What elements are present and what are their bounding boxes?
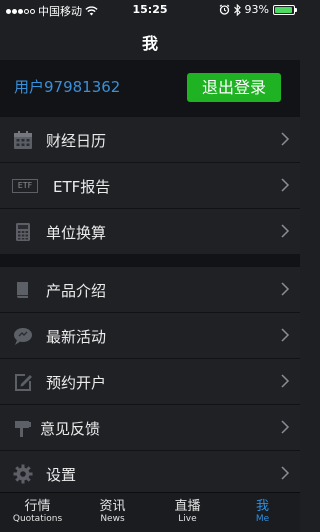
chevron-right-icon — [281, 282, 290, 296]
menu-item-label: 最新活动 — [46, 328, 107, 346]
chevron-right-icon — [281, 374, 290, 388]
chevron-right-icon — [281, 178, 290, 192]
chat-bubble-icon — [14, 328, 32, 345]
etf-icon: ETF — [12, 179, 38, 193]
menu-item-label: 财经日历 — [46, 132, 107, 150]
calculator-icon — [16, 223, 30, 241]
tab-sublabel: Live — [178, 514, 197, 524]
status-bar: 中国移动 15:25 93% — [0, 0, 300, 20]
battery-icon — [273, 4, 297, 15]
nav-bar: 我 — [0, 20, 300, 60]
menu-item-product-intro[interactable]: 产品介绍 — [0, 266, 300, 312]
menu-item-label: 设置 — [46, 466, 77, 484]
tab-live[interactable]: 直播 Live — [150, 493, 225, 532]
feedback-icon — [15, 421, 31, 437]
alarm-icon — [219, 4, 229, 15]
tab-news[interactable]: 资讯 News — [75, 493, 150, 532]
menu-item-label: 意见反馈 — [40, 420, 101, 438]
menu-item-financial-calendar[interactable]: 财经日历 — [0, 116, 300, 162]
section-divider — [0, 254, 300, 266]
chevron-right-icon — [281, 224, 290, 238]
menu-item-label: 单位换算 — [46, 224, 107, 242]
calendar-icon — [14, 131, 32, 149]
menu-item-label: 产品介绍 — [46, 282, 107, 300]
tab-sublabel: Me — [255, 514, 270, 524]
tab-label: 行情 — [24, 499, 51, 514]
chevron-right-icon — [281, 466, 290, 480]
chevron-right-icon — [281, 132, 290, 146]
logout-button[interactable]: 退出登录 — [187, 73, 281, 102]
tab-label: 资讯 — [99, 499, 126, 514]
battery-level-fill — [275, 6, 292, 13]
menu-item-label: ETF报告 — [53, 178, 111, 196]
menu-item-unit-conversion[interactable]: 单位换算 — [0, 208, 300, 254]
gear-icon — [13, 464, 33, 484]
menu-item-open-account[interactable]: 预约开户 — [0, 358, 300, 404]
tab-bar: 行情 Quotations 资讯 News 直播 Live 我 Me — [0, 492, 300, 532]
tab-quotations[interactable]: 行情 Quotations — [0, 493, 75, 532]
menu-item-feedback[interactable]: 意见反馈 — [0, 404, 300, 450]
status-right: 93% — [219, 3, 297, 16]
user-name: 用户97981362 — [14, 78, 121, 96]
user-section: 用户97981362 退出登录 — [0, 60, 300, 116]
edit-icon — [15, 374, 32, 391]
tab-sublabel: Quotations — [12, 514, 63, 524]
menu-item-latest-events[interactable]: 最新活动 — [0, 312, 300, 358]
tab-sublabel: News — [100, 514, 125, 524]
menu-item-etf-report[interactable]: ETF ETF报告 — [0, 162, 300, 208]
chevron-right-icon — [281, 328, 290, 342]
page-title: 我 — [141, 34, 158, 53]
tab-label: 直播 — [174, 499, 201, 514]
chevron-right-icon — [281, 420, 290, 434]
menu-item-settings[interactable]: 设置 — [0, 450, 300, 496]
bluetooth-icon — [233, 3, 241, 16]
tab-label: 我 — [255, 499, 269, 514]
tab-me[interactable]: 我 Me — [225, 493, 300, 532]
book-icon — [17, 282, 28, 298]
battery-percent: 93% — [244, 3, 269, 16]
menu-item-label: 预约开户 — [46, 374, 107, 392]
